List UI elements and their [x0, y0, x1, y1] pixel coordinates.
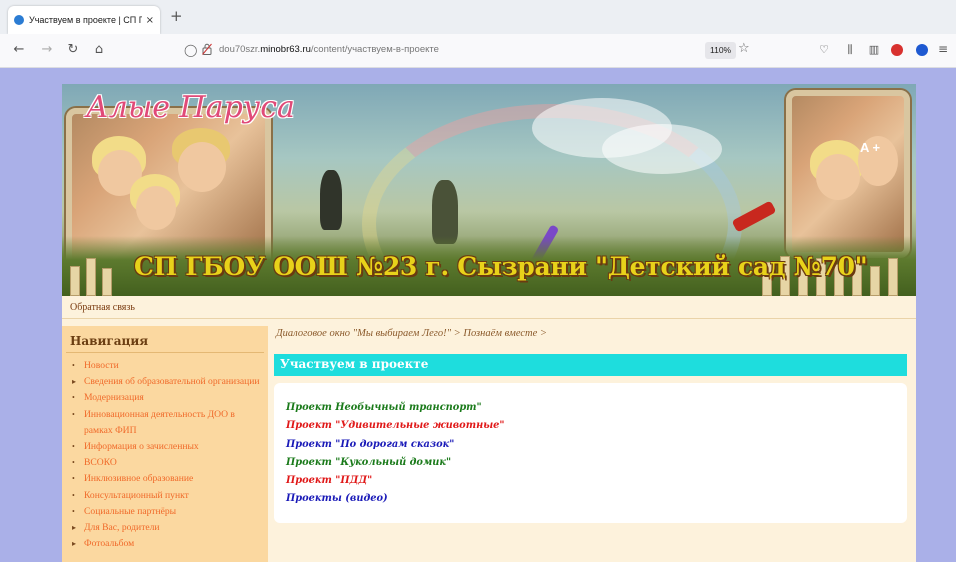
sidebar-item-innovation[interactable]: • Инновационная деятельность ДОО в рамках…	[72, 407, 262, 439]
children-photo-right	[786, 90, 910, 258]
content-box: Проект Необычный транспорт" Проект "Удив…	[274, 383, 907, 523]
project-link[interactable]: Проект Необычный транспорт"	[286, 399, 505, 417]
bookmark-star-icon[interactable]: ☆	[738, 41, 750, 56]
sidebar-item-modernization[interactable]: • Модернизация	[72, 390, 262, 406]
bullet-icon: •	[72, 458, 75, 468]
lock-icon[interactable]	[202, 43, 212, 55]
page-title: Участвуем в проекте	[274, 354, 907, 376]
sidebar-item-label: Информация о зачисленных	[84, 441, 199, 453]
sidebar-item-enrolled[interactable]: • Информация о зачисленных	[72, 439, 262, 455]
sidebar-item-label: Фотоальбом	[84, 538, 135, 550]
url-text[interactable]: dou70szr.minobr63.ru/content/участвуем-в…	[219, 44, 439, 55]
library-icon[interactable]: ⫼	[842, 43, 858, 57]
project-link[interactable]: Проект "ПДД"	[286, 472, 505, 490]
feedback-link[interactable]: Обратная связь	[70, 302, 135, 313]
fence-post	[870, 266, 880, 296]
browser-navbar: ← → ↻ ⌂ ◯ dou70szr.minobr63.ru/content/у…	[0, 34, 956, 68]
sidebar-item-label: Для Вас, родители	[84, 522, 160, 534]
header-banner: Алые Паруса СП ГБОУ ООШ №23 г. Сызрани "…	[62, 84, 916, 296]
forward-icon[interactable]: →	[38, 42, 56, 57]
sidebar-item-vsoko[interactable]: • ВСОКО	[72, 455, 262, 471]
fence-post	[888, 258, 898, 296]
sidebar-item-photoalbum[interactable]: ▸ Фотоальбом	[72, 536, 262, 552]
adblock-icon[interactable]	[891, 44, 903, 56]
child-silhouette	[432, 180, 458, 244]
divider	[62, 318, 916, 319]
fence-post	[86, 258, 96, 296]
edge-icon[interactable]	[916, 44, 928, 56]
sidebar-navigation: Навигация • Новости ▸ Сведения об образова…	[62, 326, 268, 562]
cloud-graphic	[602, 124, 722, 174]
sidebar-heading: Навигация	[70, 334, 149, 348]
font-size-controls[interactable]: A +	[860, 140, 880, 155]
menu-icon[interactable]: ≡	[938, 42, 948, 56]
sidebar-item-label: ВСОКО	[84, 457, 117, 469]
sidebar-item-label: Инновационная деятельность ДОО в рамках …	[84, 408, 235, 436]
sidebar-item-label: Инклюзивное образование	[84, 473, 194, 485]
project-link[interactable]: Проект "Кукольный домик"	[286, 454, 505, 472]
child-silhouette	[320, 170, 342, 230]
bullet-icon: •	[72, 506, 75, 516]
site-favicon-icon	[14, 15, 24, 25]
site-title: СП ГБОУ ООШ №23 г. Сызрани "Детский сад …	[134, 252, 868, 281]
bullet-icon: •	[72, 490, 75, 500]
bullet-icon: •	[72, 442, 75, 452]
project-link[interactable]: Проекты (видео)	[286, 490, 505, 508]
bullet-icon: •	[72, 474, 75, 484]
sidebar-item-parents[interactable]: ▸ Для Вас, родители	[72, 520, 262, 536]
tab-title: Участвуем в проекте | СП ГБО	[29, 15, 142, 25]
reload-icon[interactable]: ↻	[64, 42, 82, 57]
page-content: Алые Паруса СП ГБОУ ООШ №23 г. Сызрани "…	[62, 84, 916, 562]
url-domain: minobr63.ru	[260, 44, 311, 55]
project-link[interactable]: Проект "По дорогам сказок"	[286, 436, 505, 454]
expand-arrow-icon[interactable]: ▸	[72, 536, 76, 552]
url-path: /content/участвуем-в-проекте	[310, 44, 439, 55]
sidebar-item-label: Сведения об образовательной организации	[84, 376, 260, 388]
browser-tab-active[interactable]: Участвуем в проекте | СП ГБО ×	[8, 6, 160, 34]
fence-post	[102, 268, 112, 296]
sidebar-item-label: Новости	[84, 360, 119, 371]
main-content: Диалоговое окно "Мы выбираем Лего!" > По…	[274, 326, 916, 562]
bullet-icon: •	[72, 393, 75, 403]
sidebar-menu: • Новости ▸ Сведения об образовательной ор…	[72, 358, 262, 552]
sidebar-item-inclusive[interactable]: • Инклюзивное образование	[72, 471, 262, 487]
sidebar-item-news[interactable]: • Новости	[72, 358, 262, 374]
tab-close-icon[interactable]: ×	[146, 15, 154, 26]
bullet-icon: •	[72, 409, 75, 419]
sidebar-item-org-info[interactable]: ▸ Сведения об образовательной организации	[72, 374, 262, 390]
fence-post	[70, 266, 80, 296]
sidebar-item-consulting[interactable]: • Консультационный пункт	[72, 488, 262, 504]
sidebar-icon[interactable]: ▥	[866, 43, 882, 56]
divider	[66, 352, 264, 353]
pocket-icon[interactable]: ♡	[816, 43, 832, 56]
new-tab-icon[interactable]: +	[170, 7, 183, 25]
breadcrumb[interactable]: Диалоговое окно "Мы выбираем Лего!" > По…	[276, 328, 547, 339]
zoom-level[interactable]: 110%	[705, 42, 737, 59]
url-bar[interactable]: ◯ dou70szr.minobr63.ru/content/участвуем…	[170, 39, 770, 63]
expand-arrow-icon[interactable]: ▸	[72, 520, 76, 536]
back-icon[interactable]: ←	[10, 42, 28, 57]
project-link[interactable]: Проект "Удивительные животные"	[286, 417, 505, 435]
url-prefix: dou70szr.	[219, 44, 261, 55]
home-icon[interactable]: ⌂	[90, 42, 108, 57]
sidebar-item-label: Социальные партнёры	[84, 505, 177, 517]
browser-tabstrip: Участвуем в проекте | СП ГБО × +	[0, 0, 956, 34]
sidebar-item-partners[interactable]: • Социальные партнёры	[72, 504, 262, 520]
expand-arrow-icon[interactable]: ▸	[72, 374, 76, 390]
tracking-shield-icon[interactable]: ◯	[184, 43, 197, 57]
site-logo[interactable]: Алые Паруса	[86, 90, 295, 125]
project-list: Проект Необычный транспорт" Проект "Удив…	[286, 399, 505, 509]
sidebar-item-label: Модернизация	[84, 392, 144, 404]
sidebar-item-label: Консультационный пункт	[84, 489, 189, 501]
bullet-icon: •	[72, 361, 75, 370]
